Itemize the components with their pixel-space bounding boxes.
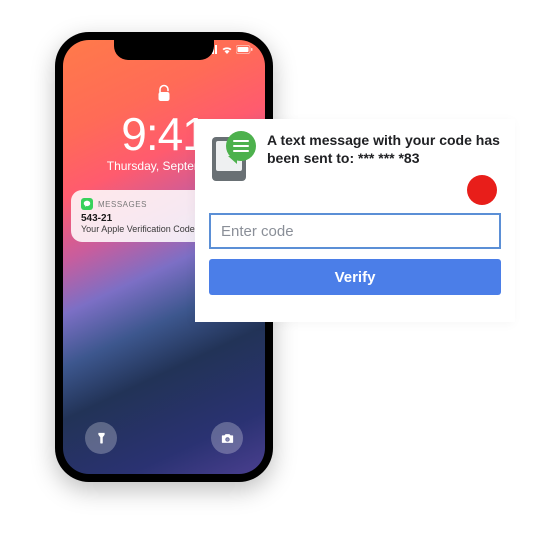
verify-panel: A text message with your code has been s…: [195, 119, 515, 322]
lock-icon: [63, 84, 265, 109]
notification-app-name: MESSAGES: [98, 200, 147, 209]
messages-app-icon: [81, 198, 93, 210]
verify-message: A text message with your code has been s…: [267, 131, 501, 167]
camera-icon: [220, 431, 235, 446]
wifi-icon: [221, 45, 233, 54]
verify-button[interactable]: Verify: [209, 259, 501, 295]
phone-notch: [114, 40, 214, 60]
flashlight-icon: [94, 431, 109, 446]
battery-icon: [236, 45, 253, 54]
sms-phone-icon: [209, 131, 257, 181]
code-input[interactable]: [209, 213, 501, 249]
camera-button[interactable]: [211, 422, 243, 454]
red-indicator-dot: [467, 175, 497, 205]
flashlight-button[interactable]: [85, 422, 117, 454]
